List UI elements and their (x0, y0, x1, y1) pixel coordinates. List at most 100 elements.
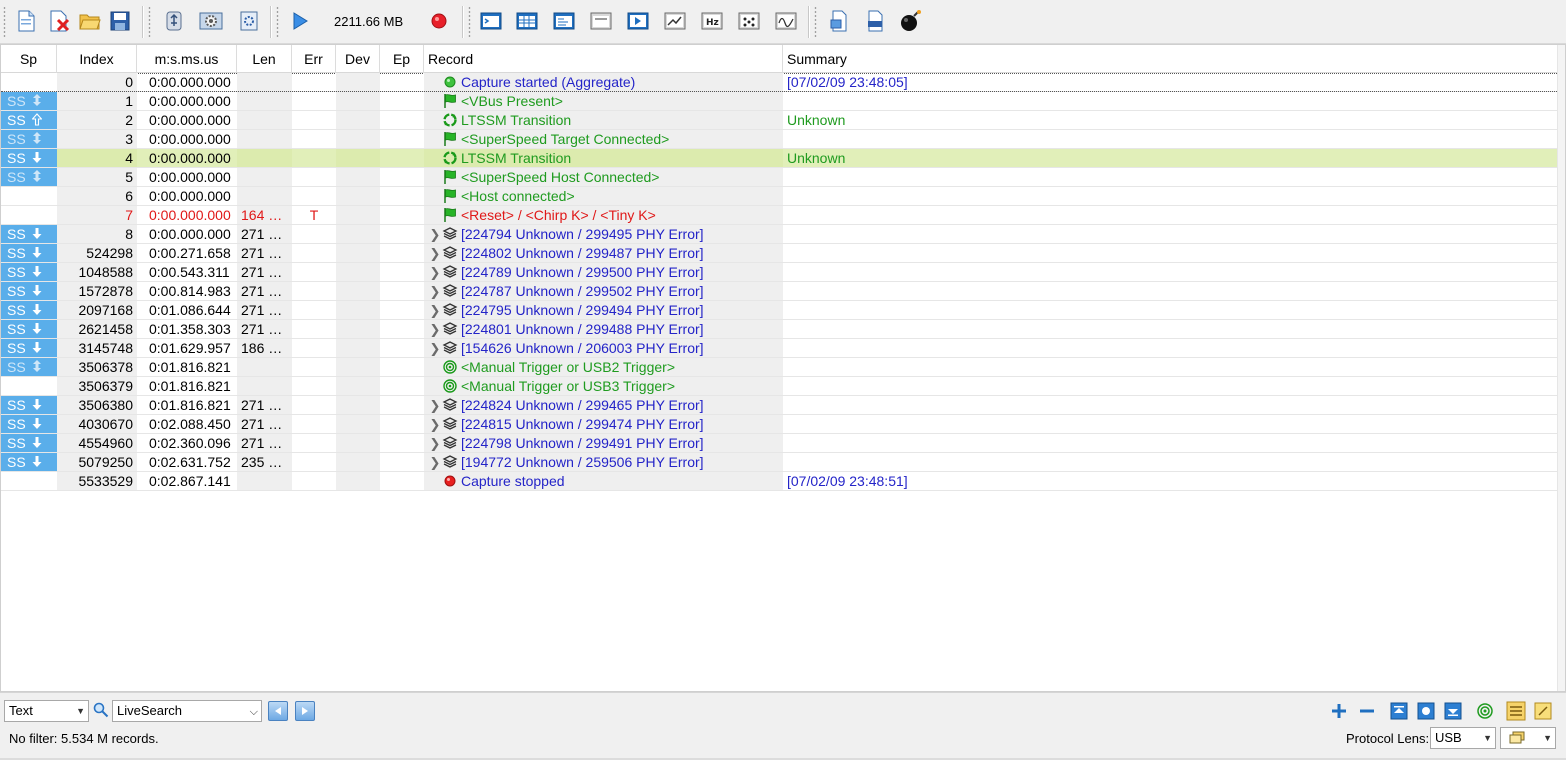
table-row[interactable]: SS 4030670 0:02.088.450 271 … ❯ [224815 Unkno… (1, 415, 1559, 434)
close-file-button[interactable] (47, 8, 73, 34)
record-cell[interactable]: <Host connected> (424, 187, 783, 205)
expand-chevron-icon[interactable]: ❯ (428, 435, 442, 452)
record-cell[interactable]: <SuperSpeed Target Connected> (424, 130, 783, 148)
record-cell[interactable]: ❯ [154626 Unknown / 206003 PHY Error] (424, 339, 783, 357)
frequency-button[interactable]: Hz (699, 8, 725, 34)
table-row[interactable]: 7 0:00.000.000 164 … T <Reset> / <Chirp K> /… (1, 206, 1559, 225)
record-cell[interactable]: ❯ [224798 Unknown / 299491 PHY Error] (424, 434, 783, 452)
record-cell[interactable]: <Manual Trigger or USB2 Trigger> (424, 358, 783, 376)
search-previous-button[interactable] (268, 701, 288, 721)
record-cell[interactable]: ❯ [224794 Unknown / 299495 PHY Error] (424, 225, 783, 243)
record-cell[interactable]: <SuperSpeed Host Connected> (424, 168, 783, 186)
pattern-button[interactable] (736, 8, 762, 34)
table-row[interactable]: SS 3506380 0:01.816.821 271 … ❯ [224824 Unkno… (1, 396, 1559, 415)
toolbar-grip[interactable] (3, 6, 6, 38)
table-row[interactable]: SS 5 0:00.000.000 <SuperSpeed Host Connecte… (1, 168, 1559, 187)
search-input[interactable]: LiveSearch ⌵ (112, 700, 262, 722)
settings-button[interactable] (198, 8, 224, 34)
toolbar-grip[interactable] (276, 6, 279, 38)
record-cell[interactable]: ❯ [224787 Unknown / 299502 PHY Error] (424, 282, 783, 300)
column-header-ep[interactable]: Ep (380, 45, 424, 73)
record-cell[interactable]: ❯ [224824 Unknown / 299465 PHY Error] (424, 396, 783, 414)
table-row[interactable]: SS 1048588 0:00.543.311 271 … ❯ [224789 Unkno… (1, 263, 1559, 282)
expand-chevron-icon[interactable]: ❯ (428, 397, 442, 414)
table-row[interactable]: SS 5079250 0:02.631.752 235 … ❯ [194772 Unkno… (1, 453, 1559, 472)
options-button[interactable] (236, 8, 262, 34)
trace-grid[interactable]: Sp Index m:s.ms.us Len Err Dev Ep Record… (0, 44, 1566, 692)
table-row[interactable]: SS 8 0:00.000.000 271 … ❯ [224794 Unknown / 2… (1, 225, 1559, 244)
column-header-sp[interactable]: Sp (1, 45, 57, 73)
expand-all-button[interactable] (1328, 700, 1350, 722)
table-row[interactable]: SS 3506378 0:01.816.821 <Manual Trigger or … (1, 358, 1559, 377)
window-view-button[interactable] (588, 8, 614, 34)
record-cell[interactable]: Capture started (Aggregate) (424, 73, 783, 91)
column-header-time[interactable]: m:s.ms.us (137, 45, 237, 73)
protocol-lens-select[interactable]: USB ▼ (1430, 727, 1496, 749)
print-button[interactable] (862, 8, 888, 34)
table-row[interactable]: SS 4554960 0:02.360.096 271 … ❯ [224798 Unkno… (1, 434, 1559, 453)
table-view-button[interactable] (514, 8, 540, 34)
expand-chevron-icon[interactable]: ❯ (428, 226, 442, 243)
record-cell[interactable]: ❯ [224801 Unknown / 299488 PHY Error] (424, 320, 783, 338)
bomb-button[interactable] (898, 8, 924, 34)
new-file-button[interactable] (13, 8, 39, 34)
expand-chevron-icon[interactable]: ❯ (428, 340, 442, 357)
column-header-record[interactable]: Record (424, 45, 783, 73)
vertical-scrollbar[interactable] (1557, 45, 1565, 691)
graph-view-button[interactable] (662, 8, 688, 34)
table-row[interactable]: SS 3 0:00.000.000 <SuperSpeed Target Connec… (1, 130, 1559, 149)
expand-chevron-icon[interactable]: ❯ (428, 416, 442, 433)
record-cell[interactable]: <VBus Present> (424, 92, 783, 110)
column-header-index[interactable]: Index (57, 45, 137, 73)
column-header-err[interactable]: Err (292, 45, 336, 73)
toolbar-grip[interactable] (468, 6, 471, 38)
record-cell[interactable]: <Manual Trigger or USB3 Trigger> (424, 377, 783, 395)
open-folder-button[interactable] (77, 8, 103, 34)
bookmarks-button[interactable] (1505, 700, 1527, 722)
record-cell[interactable]: ❯ [224815 Unknown / 299474 PHY Error] (424, 415, 783, 433)
table-row[interactable]: 5533529 0:02.867.141 Capture stopped [07/02… (1, 472, 1559, 491)
table-row[interactable]: SS 2621458 0:01.358.303 271 … ❯ [224801 Unkno… (1, 320, 1559, 339)
toolbar-grip[interactable] (814, 6, 817, 38)
go-trigger-button[interactable] (1415, 700, 1437, 722)
record-cell[interactable]: LTSSM Transition (424, 111, 783, 129)
column-header-summary[interactable]: Summary (783, 45, 1559, 73)
column-header-len[interactable]: Len (237, 45, 292, 73)
toolbar-grip[interactable] (148, 6, 151, 38)
record-cell[interactable]: ❯ [224795 Unknown / 299494 PHY Error] (424, 301, 783, 319)
export-button[interactable] (826, 8, 852, 34)
notes-button[interactable] (1532, 700, 1554, 722)
trigger-marker-button[interactable] (1474, 700, 1496, 722)
layout-options-select[interactable]: ▼ (1500, 727, 1556, 749)
record-cell[interactable]: Capture stopped (424, 472, 783, 490)
column-header-dev[interactable]: Dev (336, 45, 380, 73)
record-cell[interactable]: LTSSM Transition (424, 149, 783, 167)
table-row[interactable]: SS 3145748 0:01.629.957 186 … ❯ [154626 Unkno… (1, 339, 1559, 358)
list-view-button[interactable] (551, 8, 577, 34)
table-row[interactable]: SS 1 0:00.000.000 <VBus Present> (1, 92, 1559, 111)
expand-chevron-icon[interactable]: ❯ (428, 454, 442, 471)
expand-chevron-icon[interactable]: ❯ (428, 245, 442, 262)
table-row[interactable]: SS 4 0:00.000.000 LTSSM Transition Unknown (1, 149, 1559, 168)
expand-chevron-icon[interactable]: ❯ (428, 321, 442, 338)
table-row[interactable]: SS 524298 0:00.271.658 271 … ❯ [224802 Unknow… (1, 244, 1559, 263)
view-mode-select[interactable]: Text ▼ (4, 700, 89, 722)
record-cell[interactable]: ❯ [224802 Unknown / 299487 PHY Error] (424, 244, 783, 262)
go-top-button[interactable] (1388, 700, 1410, 722)
device-button[interactable] (161, 8, 187, 34)
expand-chevron-icon[interactable]: ❯ (428, 302, 442, 319)
record-cell[interactable]: ❯ [194772 Unknown / 259506 PHY Error] (424, 453, 783, 471)
search-next-button[interactable] (295, 701, 315, 721)
expand-chevron-icon[interactable]: ❯ (428, 283, 442, 300)
record-cell[interactable]: <Reset> / <Chirp K> / <Tiny K> (424, 206, 783, 224)
waveform-button[interactable] (773, 8, 799, 34)
table-row[interactable]: 3506379 0:01.816.821 <Manual Trigger or US… (1, 377, 1559, 396)
save-button[interactable] (107, 8, 133, 34)
record-cell[interactable]: ❯ [224789 Unknown / 299500 PHY Error] (424, 263, 783, 281)
terminal-view-button[interactable] (478, 8, 504, 34)
start-capture-button[interactable] (287, 8, 313, 34)
table-row[interactable]: SS 2097168 0:01.086.644 271 … ❯ [224795 Unkno… (1, 301, 1559, 320)
collapse-all-button[interactable] (1356, 700, 1378, 722)
go-bottom-button[interactable] (1442, 700, 1464, 722)
stop-capture-button[interactable] (426, 8, 452, 34)
